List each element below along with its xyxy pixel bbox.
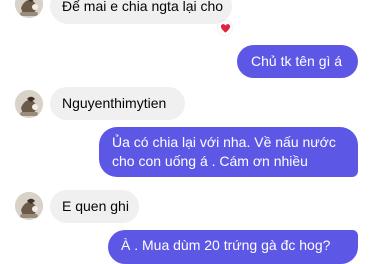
message-text: E quen ghi xyxy=(62,198,129,214)
message-text-line: Ủa có chia lại với nha. Về nấu nước xyxy=(112,134,336,150)
message-bubble-incoming[interactable]: E quen ghi xyxy=(50,190,139,223)
message-text: À . Mua dùm 20 trứng gà đc hog? xyxy=(121,237,331,253)
message-text-line: cho con uống á . Cám ơn nhiều xyxy=(112,153,308,169)
avatar-photo xyxy=(15,90,43,118)
avatar[interactable] xyxy=(15,192,43,220)
message-bubble-outgoing[interactable]: Chủ tk tên gì á xyxy=(237,45,358,78)
message-bubble-outgoing[interactable]: À . Mua dùm 20 trứng gà đc hog? xyxy=(108,230,358,264)
avatar[interactable] xyxy=(15,90,43,118)
heart-icon[interactable] xyxy=(218,21,232,35)
message-text: Nguyenthimytien xyxy=(62,95,167,111)
message-bubble-outgoing[interactable]: Ủa có chia lại với nha. Về nấu nước cho … xyxy=(99,127,358,177)
message-bubble-incoming[interactable]: Để mai e chia ngta lại cho xyxy=(50,0,232,24)
avatar[interactable] xyxy=(15,0,43,18)
message-bubble-incoming[interactable]: Nguyenthimytien xyxy=(50,87,185,120)
avatar-photo xyxy=(15,192,43,220)
avatar-photo xyxy=(15,0,43,18)
message-text: Để mai e chia ngta lại cho xyxy=(62,0,224,14)
message-text: Chủ tk tên gì á xyxy=(251,53,343,69)
